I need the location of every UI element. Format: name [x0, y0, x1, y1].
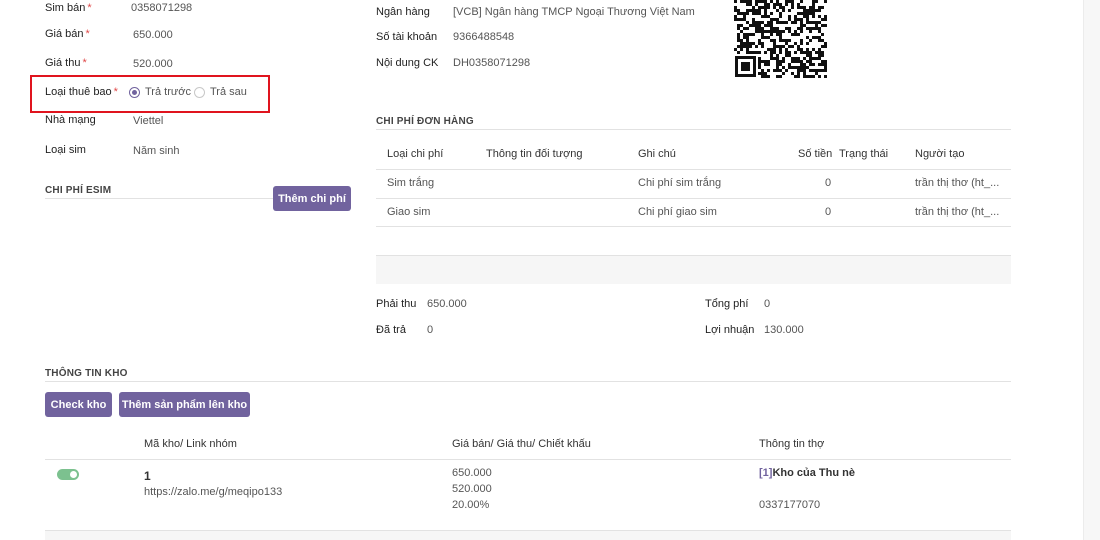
col-gia[interactable]: Giá bán/ Giá thu/ Chiết khấu	[452, 438, 591, 450]
col-so-tien[interactable]: Số tiền	[798, 148, 832, 160]
vertical-scrollbar[interactable]	[1083, 0, 1100, 540]
noi-dung-value[interactable]: DH0358071298	[453, 57, 530, 69]
warehouse-title: THÔNG TIN KHO	[45, 368, 128, 379]
col-loai-chi-phi[interactable]: Loại chi phí	[387, 148, 443, 160]
warehouse-divider	[45, 381, 1011, 382]
nha-mang-value[interactable]: Viettel	[133, 115, 163, 127]
table-row-divider	[376, 226, 1011, 227]
row2-type[interactable]: Giao sim	[387, 206, 430, 218]
da-tra-label: Đã trả	[376, 324, 406, 336]
loai-sim-value[interactable]: Năm sinh	[133, 145, 179, 157]
ngan-hang-value[interactable]: [VCB] Ngân hàng TMCP Ngoại Thương Việt N…	[453, 6, 695, 18]
tra-sau-label[interactable]: Trả sau	[210, 86, 247, 98]
worker-phone[interactable]: 0337177070	[759, 499, 820, 511]
so-tai-khoan-label: Số tài khoản	[376, 31, 438, 43]
sim-ban-label: Sim bán *	[45, 2, 92, 14]
noi-dung-label: Nội dung CK	[376, 57, 439, 69]
row1-type[interactable]: Sim trắng	[387, 177, 434, 189]
order-costs-divider	[376, 129, 1011, 130]
order-costs-title: CHI PHÍ ĐƠN HÀNG	[376, 116, 474, 127]
row1-creator[interactable]: trần thị thơ (ht_...	[915, 177, 999, 189]
phai-thu-label: Phải thu	[376, 298, 417, 310]
row2-creator[interactable]: trần thị thơ (ht_...	[915, 206, 999, 218]
table-header-divider	[376, 169, 1011, 170]
qr-code-icon	[734, 0, 827, 78]
row1-note[interactable]: Chi phí sim trắng	[638, 177, 721, 189]
warehouse-discount[interactable]: 20.00%	[452, 499, 489, 511]
col-ghi-chu[interactable]: Ghi chú	[638, 148, 676, 160]
table-footer	[376, 256, 1011, 284]
col-thong-tin[interactable]: Thông tin đối tượng	[486, 148, 583, 160]
esim-divider	[45, 198, 273, 199]
row2-amount[interactable]: 0	[825, 206, 831, 218]
esim-section-title: CHI PHÍ ESIM	[45, 185, 112, 196]
ngan-hang-label: Ngân hàng	[376, 6, 430, 18]
so-tai-khoan-value[interactable]: 9366488548	[453, 31, 514, 43]
col-nguoi-tao[interactable]: Người tạo	[915, 148, 964, 160]
gia-thu-label: Giá thu *	[45, 57, 87, 69]
row2-note[interactable]: Chi phí giao sim	[638, 206, 717, 218]
add-cost-button[interactable]: Thêm chi phí	[273, 186, 351, 211]
radio-tra-sau[interactable]	[194, 87, 205, 98]
loai-sim-label: Loại sim	[45, 144, 86, 156]
tra-truoc-label[interactable]: Trả trước	[145, 86, 191, 98]
table-row-divider	[376, 198, 1011, 199]
da-tra-value: 0	[427, 324, 434, 336]
loi-nhuan-label: Lợi nhuận	[705, 324, 755, 336]
worker-name: Kho của Thu nè	[772, 467, 855, 479]
col-thong-tin-tho[interactable]: Thông tin thợ	[759, 438, 824, 450]
gia-thu-value[interactable]: 520.000	[133, 58, 173, 70]
phai-thu-value: 650.000	[427, 298, 467, 310]
gia-ban-label: Giá bán *	[45, 28, 90, 40]
col-ma-kho[interactable]: Mã kho/ Link nhóm	[144, 438, 237, 450]
warehouse-price-sell[interactable]: 650.000	[452, 467, 492, 479]
radio-tra-truoc[interactable]	[129, 87, 140, 98]
warehouse-link[interactable]: https://zalo.me/g/meqipo133	[144, 486, 282, 498]
tong-phi-value: 0	[764, 298, 771, 310]
warehouse-footer	[45, 531, 1011, 540]
warehouse-header-divider	[45, 459, 1011, 460]
worker-id: [1]	[759, 467, 773, 479]
loai-thue-bao-label: Loại thuê bao *	[45, 86, 118, 98]
active-toggle[interactable]	[57, 469, 79, 480]
col-trang-thai[interactable]: Trạng thái	[839, 148, 888, 160]
warehouse-price-collect[interactable]: 520.000	[452, 483, 492, 495]
sim-ban-value[interactable]: 0358071298	[131, 2, 192, 14]
check-warehouse-button[interactable]: Check kho	[45, 392, 112, 417]
gia-ban-value[interactable]: 650.000	[133, 29, 173, 41]
loi-nhuan-value: 130.000	[764, 324, 804, 336]
warehouse-code[interactable]: 1	[144, 469, 151, 483]
nha-mang-label: Nhà mạng	[45, 114, 96, 126]
row1-amount[interactable]: 0	[825, 177, 831, 189]
add-product-button[interactable]: Thêm sản phẩm lên kho	[119, 392, 250, 417]
tong-phi-label: Tổng phí	[705, 298, 749, 310]
worker-info[interactable]: [1]Kho của Thu nè	[759, 467, 855, 479]
